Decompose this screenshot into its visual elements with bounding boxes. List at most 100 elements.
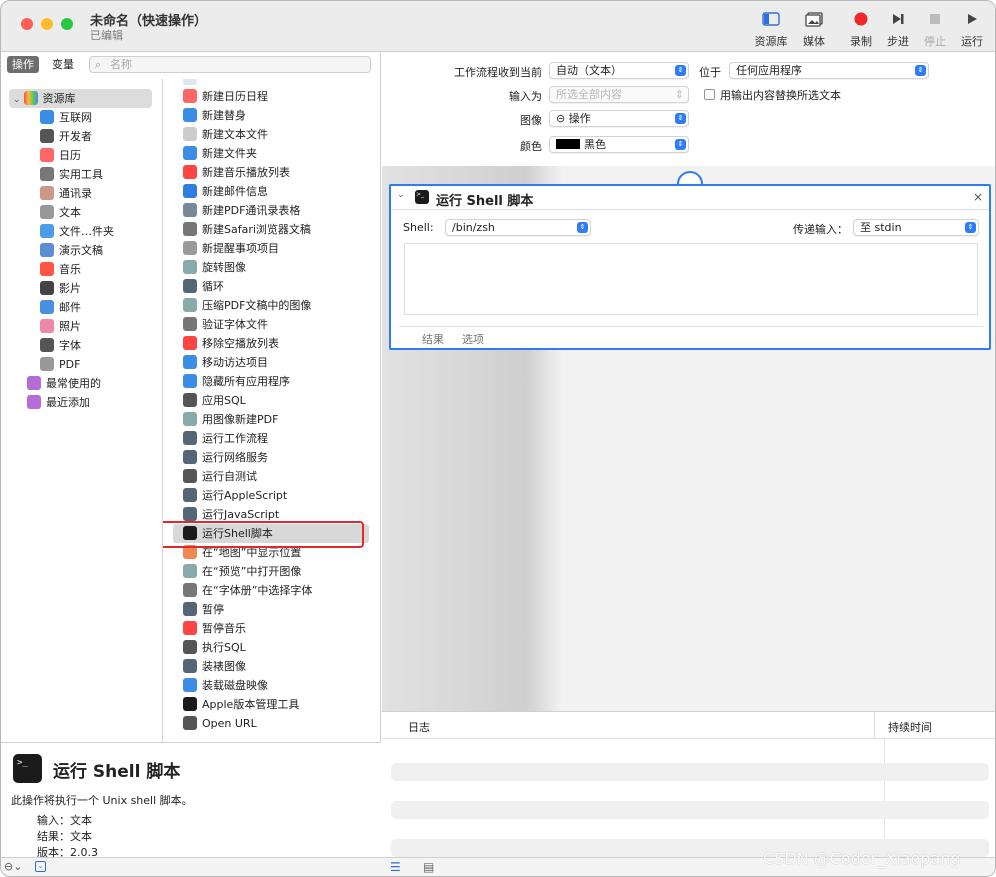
list-item[interactable]: 运行自测试: [183, 467, 257, 486]
list-item[interactable]: 循环: [183, 277, 224, 296]
list-item-label: 压缩PDF文稿中的图像: [202, 299, 312, 312]
list-item[interactable]: Open URL: [183, 714, 257, 733]
minimize-window-button[interactable]: [41, 18, 53, 30]
list-item[interactable]: 执行SQL: [183, 638, 246, 657]
list-item[interactable]: 新建邮件信息: [183, 182, 268, 201]
tab-options[interactable]: 选项: [462, 331, 484, 347]
receives-popup[interactable]: 自动（文本） ⇕: [549, 62, 689, 79]
list-item[interactable]: 新建替身: [183, 106, 246, 125]
replace-checkbox[interactable]: [704, 89, 715, 100]
list-item[interactable]: 应用SQL: [183, 391, 246, 410]
sidebar-item-recent[interactable]: 最近添加: [27, 393, 90, 412]
sidebar-item-text[interactable]: 文本: [40, 203, 81, 222]
action-icon: [183, 184, 197, 198]
sidebar-item-movies[interactable]: 影片: [40, 279, 81, 298]
action-icon: [183, 393, 197, 407]
media-toolbar-button[interactable]: 媒体: [794, 9, 834, 49]
sidebar-item-internet[interactable]: 互联网: [40, 108, 92, 127]
action-icon: [183, 146, 197, 160]
sidebar-item-calendar[interactable]: 日历: [40, 146, 81, 165]
shell-popup[interactable]: /bin/zsh ⇕: [445, 219, 591, 236]
list-item[interactable]: 运行工作流程: [183, 429, 268, 448]
sidebar-item-utilities[interactable]: 实用工具: [40, 165, 103, 184]
list-view-icon[interactable]: ☰: [390, 860, 401, 874]
list-item[interactable]: 用图像新建PDF: [183, 410, 278, 429]
duration-column-header[interactable]: 持续时间: [888, 719, 932, 735]
action-menu-icon[interactable]: ⊖⌄: [4, 860, 22, 873]
log-panel: 日志 持续时间: [382, 711, 995, 858]
pdf-icon: [40, 357, 54, 371]
zoom-window-button[interactable]: [61, 18, 73, 30]
sidebar-item-label: 日历: [59, 149, 81, 162]
list-item[interactable]: 运行网络服务: [183, 448, 268, 467]
list-item[interactable]: 隐藏所有应用程序: [183, 372, 290, 391]
stop-toolbar-button[interactable]: 停止: [915, 9, 955, 49]
input-label: 输入：: [37, 814, 70, 827]
list-item[interactable]: 新建日历日程: [183, 87, 268, 106]
image-value: 操作: [568, 112, 591, 125]
pass-input-popup[interactable]: 至 stdin ⇕: [853, 219, 979, 236]
description-toggle-icon[interactable]: ⌄: [35, 861, 46, 872]
list-item[interactable]: 新建音乐播放列表: [183, 163, 290, 182]
list-item[interactable]: 旋转图像: [183, 258, 246, 277]
search-icon: ⌕: [95, 58, 102, 71]
disclosure-icon[interactable]: ⌄: [397, 190, 405, 200]
sidebar-item-contacts[interactable]: 通讯录: [40, 184, 92, 203]
sidebar-item-music[interactable]: 音乐: [40, 260, 81, 279]
list-item[interactable]: 在“字体册”中选择字体: [183, 581, 312, 600]
list-item[interactable]: 移动访达项目: [183, 353, 268, 372]
log-column-header[interactable]: 日志: [408, 719, 430, 735]
list-item[interactable]: 验证字体文件: [183, 315, 268, 334]
list-item[interactable]: 暂停音乐: [183, 619, 246, 638]
record-toolbar-button[interactable]: 录制: [841, 9, 881, 49]
close-icon[interactable]: ×: [973, 190, 983, 204]
sidebar-item-mail[interactable]: 邮件: [40, 298, 81, 317]
shell-action-card[interactable]: ⌄ >_ 运行 Shell 脚本 × Shell: /bin/zsh ⇕ 传递输入…: [389, 184, 991, 350]
tab-results[interactable]: 结果: [422, 331, 444, 347]
sidebar-item-photos[interactable]: 照片: [40, 317, 81, 336]
list-item[interactable]: 在“预览”中打开图像: [183, 562, 301, 581]
list-item-label: 循环: [202, 280, 224, 293]
list-item[interactable]: 装载磁盘映像: [183, 676, 268, 695]
list-item[interactable]: 压缩PDF文稿中的图像: [183, 296, 311, 315]
tab-variables[interactable]: 变量: [47, 56, 79, 73]
list-item[interactable]: Apple版本管理工具: [183, 695, 299, 714]
watermark: CSDN @Coder_Xiaopang: [763, 849, 961, 868]
action-icon: [183, 640, 197, 654]
list-item[interactable]: 新建PDF通讯录表格: [183, 201, 300, 220]
list-item-label: 旋转图像: [202, 261, 246, 274]
sidebar-item-developer[interactable]: 开发者: [40, 127, 92, 146]
script-editor[interactable]: [404, 243, 978, 315]
color-popup[interactable]: 黑色 ⇕: [549, 136, 689, 153]
presentations-icon: [40, 243, 54, 257]
sidebar-item-label: 音乐: [59, 263, 81, 276]
tab-actions[interactable]: 操作: [7, 56, 39, 73]
search-input[interactable]: ⌕ 名称: [89, 56, 371, 73]
music-icon: [40, 262, 54, 276]
text-icon: [40, 205, 54, 219]
split-view-icon[interactable]: ▤: [423, 860, 434, 874]
sidebar-item-pdf[interactable]: PDF: [40, 355, 80, 374]
sidebar-item-most-used[interactable]: 最常使用的: [27, 374, 101, 393]
list-item[interactable]: 暂停: [183, 600, 224, 619]
sidebar-item-presentations[interactable]: 演示文稿: [40, 241, 103, 260]
library-toolbar-button[interactable]: 资源库: [751, 9, 791, 49]
input-is-value: 所选全部内容: [556, 88, 622, 101]
list-item[interactable]: 新建文件夹: [183, 144, 257, 163]
list-item[interactable]: 运行AppleScript: [183, 486, 287, 505]
image-popup[interactable]: ⊝ 操作 ⇕: [549, 110, 689, 127]
sidebar-item-files-folders[interactable]: 文件…件夹: [40, 222, 114, 241]
close-window-button[interactable]: [21, 18, 33, 30]
step-toolbar-button[interactable]: 步进: [878, 9, 918, 49]
in-app-popup[interactable]: 任何应用程序 ⇕: [729, 62, 929, 79]
step-icon: [893, 14, 904, 24]
run-toolbar-button[interactable]: 运行: [952, 9, 992, 49]
list-item[interactable]: 新建Safari浏览器文稿: [183, 220, 311, 239]
list-item[interactable]: 装裱图像: [183, 657, 246, 676]
list-item[interactable]: 新建文本文件: [183, 125, 268, 144]
list-item[interactable]: 新提醒事项项目: [183, 239, 279, 258]
sidebar-item-fonts[interactable]: 字体: [40, 336, 81, 355]
library-root[interactable]: ⌄ 资源库: [9, 89, 152, 108]
list-item[interactable]: 移除空播放列表: [183, 334, 279, 353]
terminal-icon: >_: [13, 754, 42, 783]
